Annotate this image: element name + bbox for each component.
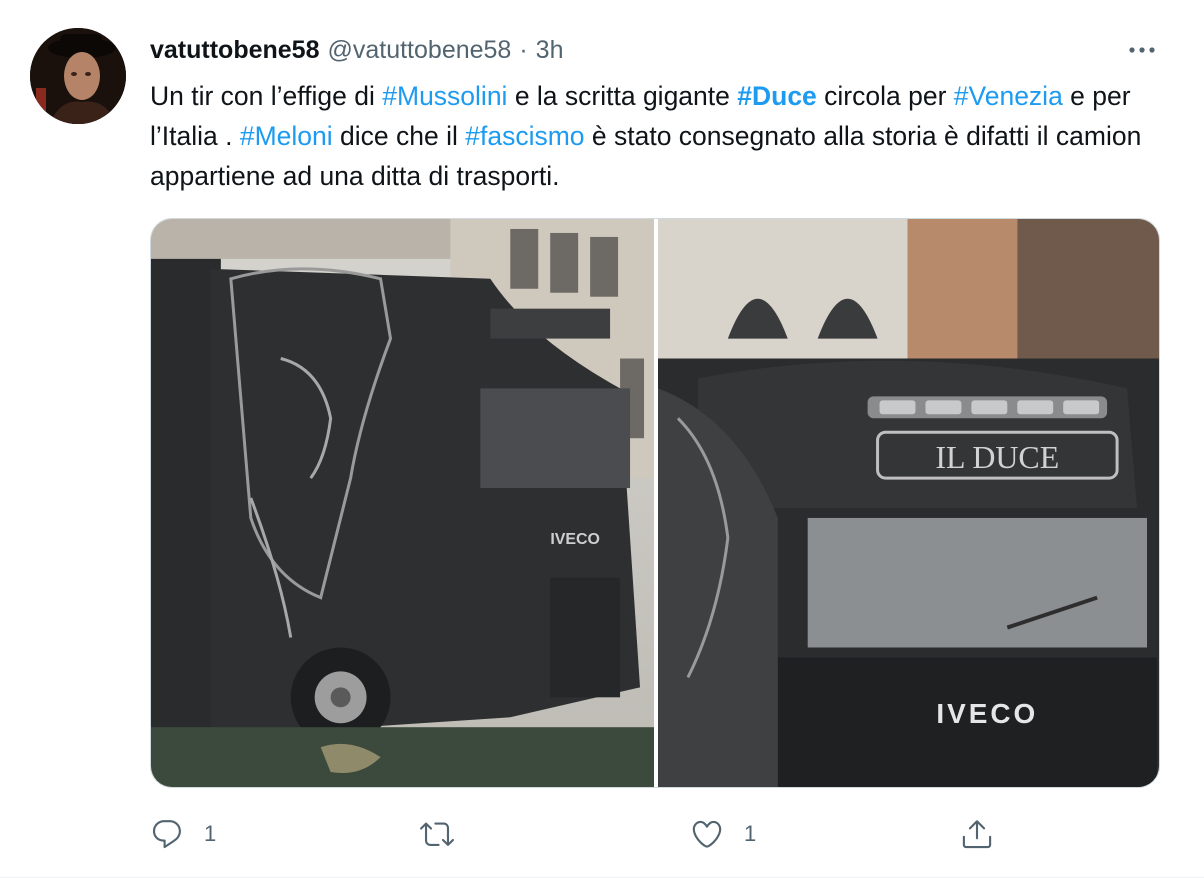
more-options-button[interactable]: [1124, 36, 1160, 64]
separator-dot: ·: [519, 35, 528, 64]
il-duce-sign-text: IL DUCE: [935, 440, 1059, 475]
hashtag-link[interactable]: #Venezia: [954, 81, 1063, 111]
hashtag-link[interactable]: #Meloni: [240, 121, 333, 151]
tweet-text-segment: dice che il: [332, 121, 466, 151]
author-handle[interactable]: @vatuttobene58: [327, 36, 511, 65]
right-grille-text: IVECO: [936, 698, 1038, 729]
avatar[interactable]: [30, 28, 126, 124]
left-grille-text: IVECO: [550, 531, 600, 548]
tweet-text-segment: e la scritta gigante: [507, 81, 738, 111]
tweet-text-segment: Un tir con l’effige di: [150, 81, 383, 111]
heart-icon: [692, 820, 722, 848]
reply-count: 1: [204, 821, 217, 846]
tweet-header: vatuttobene58 @vatuttobene58 · 3h: [150, 34, 563, 66]
author-name[interactable]: vatuttobene58: [150, 36, 319, 65]
more-horizontal-icon: [1129, 47, 1155, 53]
tweet-text: Un tir con l’effige di #Mussolini e la s…: [150, 76, 1160, 196]
share-icon: [962, 820, 992, 849]
like-count: 1: [744, 821, 757, 846]
hashtag-link[interactable]: #fascismo: [465, 121, 584, 151]
share-button[interactable]: [960, 812, 994, 856]
photo-truck-side[interactable]: IVECO: [151, 219, 654, 787]
tweet-media: IVECO IL DUCE IVECO: [150, 218, 1160, 788]
tweet-actions: 1 1: [150, 812, 1030, 856]
photo-truck-front[interactable]: IL DUCE IVECO: [658, 219, 1159, 787]
tweet-timestamp[interactable]: 3h: [536, 36, 564, 65]
tweet-card[interactable]: vatuttobene58 @vatuttobene58 · 3h Un tir…: [0, 0, 1204, 878]
reply-icon: [152, 820, 181, 849]
reply-button[interactable]: 1: [150, 812, 216, 856]
tweet-text-segment: circola per: [816, 81, 954, 111]
like-button[interactable]: 1: [690, 812, 756, 856]
retweet-icon: [420, 822, 454, 846]
hashtag-link[interactable]: #Duce: [737, 81, 817, 111]
hashtag-link[interactable]: #Mussolini: [382, 81, 507, 111]
retweet-button[interactable]: [420, 812, 474, 856]
